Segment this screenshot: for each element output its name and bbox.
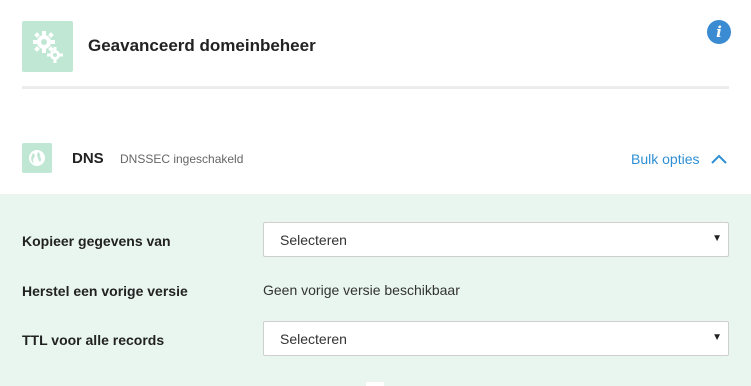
- restore-version-value: Geen vorige versie beschikbaar: [263, 282, 460, 298]
- ttl-label: TTL voor alle records: [22, 332, 165, 348]
- copy-data-label: Kopieer gegevens van: [22, 233, 171, 249]
- ttl-select[interactable]: Selecteren ▼: [263, 321, 729, 356]
- info-icon[interactable]: i: [707, 20, 731, 44]
- page-title: Geavanceerd domeinbeheer: [88, 36, 316, 55]
- chevron-up-icon[interactable]: [710, 153, 728, 165]
- restore-version-label: Herstel een vorige versie: [22, 283, 188, 299]
- copy-data-select-value: Selecteren: [280, 232, 347, 248]
- gears-icon: [22, 21, 73, 72]
- caret-down-icon: ▼: [712, 233, 722, 244]
- copy-data-select[interactable]: Selecteren ▼: [263, 222, 729, 257]
- caret-down-icon: ▼: [712, 332, 722, 343]
- dnssec-status: DNSSEC ingeschakeld: [120, 152, 244, 166]
- globe-icon: [22, 143, 52, 173]
- bulk-options-link[interactable]: Bulk opties: [631, 151, 699, 167]
- dns-title: DNS: [72, 150, 104, 167]
- bulk-options-panel: Kopieer gegevens van Selecteren ▼ Herste…: [0, 194, 751, 386]
- page-header: Geavanceerd domeinbeheer i: [0, 0, 751, 90]
- ttl-select-value: Selecteren: [280, 331, 347, 347]
- dns-section-header: DNS DNSSEC ingeschakeld Bulk opties: [0, 138, 751, 178]
- panel-bottom-tab: [366, 382, 384, 386]
- header-divider: [22, 86, 729, 89]
